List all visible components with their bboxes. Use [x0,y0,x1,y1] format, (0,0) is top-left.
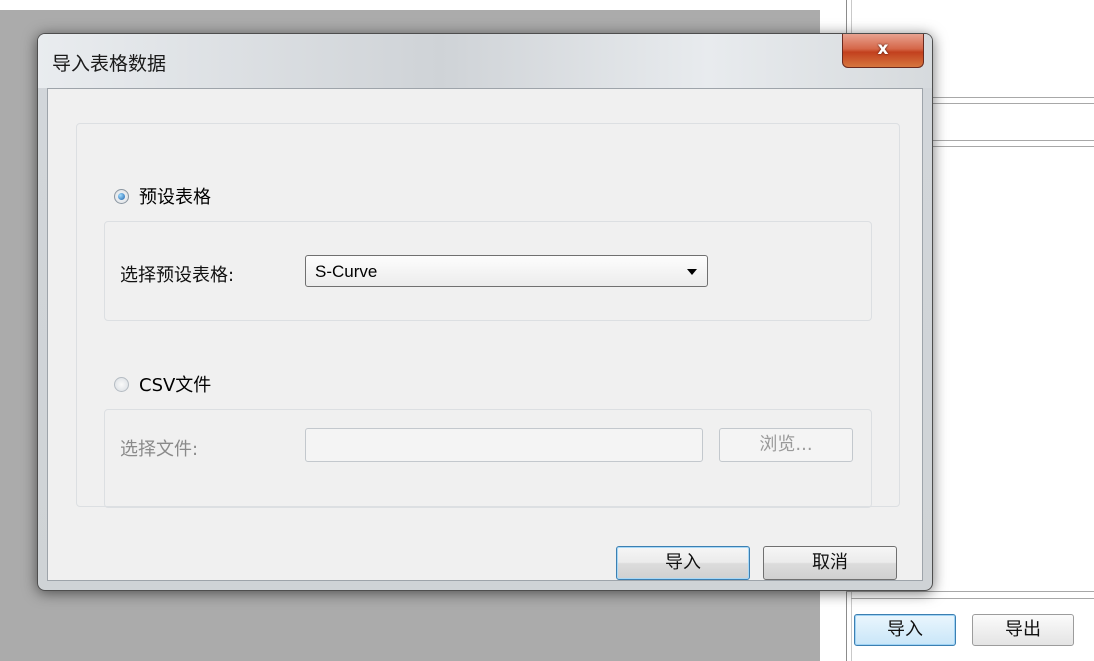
select-preset-label: 选择预设表格: [120,265,235,286]
panel-line [932,146,1094,147]
background-export-button[interactable]: 导出 [972,614,1074,646]
dialog-titlebar[interactable]: 导入表格数据 [38,34,932,88]
select-file-label: 选择文件: [120,439,199,460]
close-button[interactable]: x [842,34,924,68]
close-icon: x [877,39,889,59]
import-table-dialog: 导入表格数据 x 预设表格 选择预设表格: S-Curve CSV文件 选择文件… [37,33,933,591]
cancel-button[interactable]: 取消 [763,546,897,580]
radio-unchecked-icon [114,376,129,392]
radio-checked-icon [114,188,129,204]
dialog-title: 导入表格数据 [52,53,167,75]
dropdown-arrow-icon [687,269,697,275]
preset-table-value: S-Curve [315,262,378,281]
panel-line [932,140,1094,141]
csv-file-radio[interactable]: CSV文件 [114,371,211,397]
panel-line [932,103,1094,104]
import-button[interactable]: 导入 [616,546,750,580]
preset-table-select[interactable]: S-Curve [305,255,708,287]
dialog-content: 预设表格 选择预设表格: S-Curve CSV文件 选择文件: 浏览... 导… [47,88,923,581]
browse-button[interactable]: 浏览... [719,428,853,462]
background-import-button[interactable]: 导入 [854,614,956,646]
file-path-input[interactable] [305,428,703,462]
panel-line [851,598,1094,599]
panel-line [932,97,1094,98]
preset-table-radio[interactable]: 预设表格 [114,183,211,209]
csv-file-label: CSV文件 [139,375,212,396]
preset-table-label: 预设表格 [139,187,211,208]
panel-line [846,591,1094,592]
